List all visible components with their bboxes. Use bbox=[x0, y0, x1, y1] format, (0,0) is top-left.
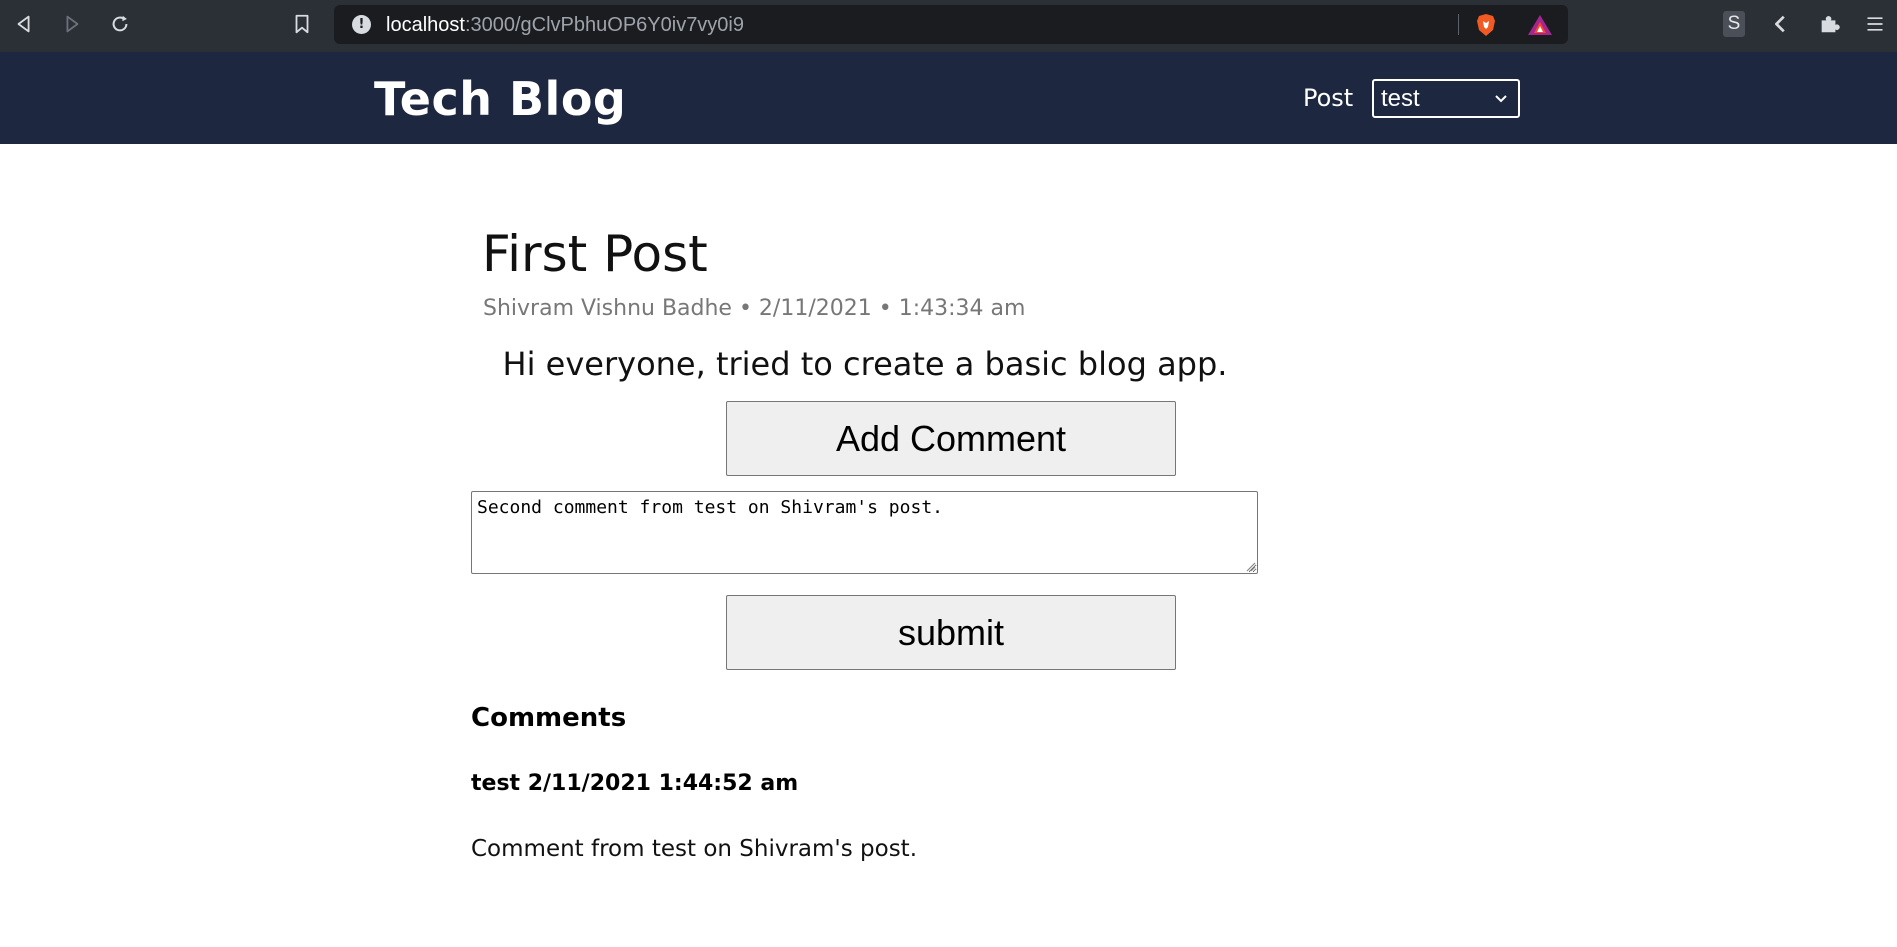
comment-header: test 2/11/2021 1:44:52 am bbox=[471, 771, 799, 796]
brave-rewards-icon[interactable] bbox=[1527, 13, 1553, 37]
comment-body: Comment from test on Shivram's post. bbox=[471, 836, 918, 862]
post-meta: Shivram Vishnu Badhe • 2/11/2021 • 1:43:… bbox=[483, 296, 1026, 321]
post-select[interactable]: test bbox=[1372, 79, 1520, 118]
back-icon[interactable] bbox=[10, 10, 38, 38]
reload-icon[interactable] bbox=[106, 10, 134, 38]
bookmark-icon[interactable] bbox=[288, 10, 316, 38]
url-host: localhost bbox=[386, 14, 465, 36]
site-header: Tech Blog Post test bbox=[0, 52, 1897, 144]
resize-grip-icon[interactable] bbox=[1244, 560, 1256, 572]
post-select-value: test bbox=[1381, 85, 1420, 112]
browser-toolbar: ! localhost:3000/gClvPbhuOP6Y0iv7vy0i9 S bbox=[0, 0, 1897, 52]
comments-heading: Comments bbox=[471, 703, 627, 733]
submit-button[interactable]: submit bbox=[726, 595, 1176, 670]
forward-icon[interactable] bbox=[58, 10, 86, 38]
extension-s-icon[interactable]: S bbox=[1723, 11, 1745, 37]
menu-icon[interactable] bbox=[1862, 11, 1888, 37]
brave-shield-icon[interactable] bbox=[1474, 13, 1498, 37]
post-title: First Post bbox=[482, 225, 708, 283]
url-text[interactable]: localhost:3000/gClvPbhuOP6Y0iv7vy0i9 bbox=[386, 14, 744, 37]
info-icon[interactable]: ! bbox=[352, 15, 371, 34]
chevron-down-icon bbox=[1495, 95, 1507, 103]
url-path: :3000/gClvPbhuOP6Y0iv7vy0i9 bbox=[464, 14, 744, 36]
address-divider bbox=[1458, 14, 1459, 35]
sidebar-collapse-icon[interactable] bbox=[1768, 11, 1794, 37]
post-label: Post bbox=[1303, 84, 1354, 112]
add-comment-button[interactable]: Add Comment bbox=[726, 401, 1176, 476]
post-body: Hi everyone, tried to create a basic blo… bbox=[502, 345, 1228, 383]
site-title[interactable]: Tech Blog bbox=[374, 72, 626, 126]
comment-textarea[interactable]: Second comment from test on Shivram's po… bbox=[471, 491, 1258, 574]
puzzle-icon[interactable] bbox=[1816, 11, 1842, 37]
address-bar[interactable]: ! localhost:3000/gClvPbhuOP6Y0iv7vy0i9 bbox=[334, 5, 1568, 44]
